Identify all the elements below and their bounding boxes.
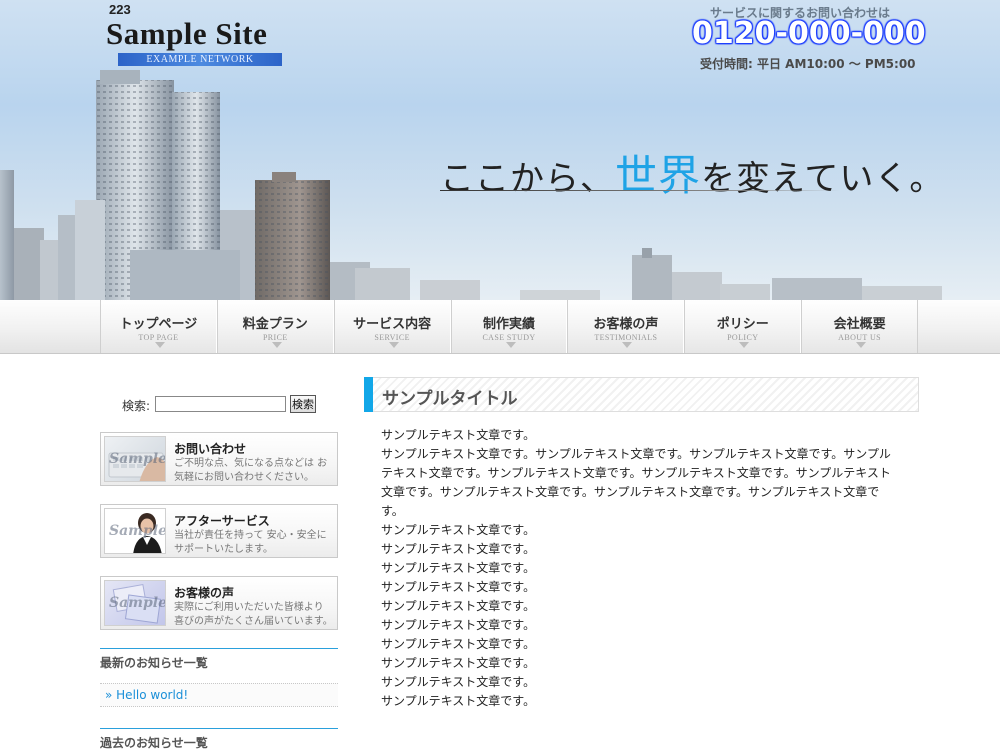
banner-thumbnail: Sample <box>104 436 166 482</box>
triangle-down-icon <box>622 342 633 348</box>
nav-item-label: 料金プラン <box>242 317 308 332</box>
banner-thumbnail: Sample <box>104 508 166 554</box>
nav-item-sublabel: ABOUT US <box>838 333 881 342</box>
banner-testimonials[interactable]: Sample お客様の声 実際にご利用いただいた皆様より 喜びの声がたくさん届い… <box>100 576 338 630</box>
banner-description: 実際にご利用いただいた皆様より 喜びの声がたくさん届いています。 <box>174 602 333 627</box>
banner-description: 当社が責任を持って 安心・安全にサポートいたします。 <box>174 530 327 555</box>
body-lead: サンプルテキスト文章です。 <box>381 428 536 442</box>
nav-item-sublabel: PRICE <box>262 333 288 342</box>
body-line: サンプルテキスト文章です。 <box>381 542 536 556</box>
triangle-down-icon <box>739 342 750 348</box>
search-button[interactable]: 検索 <box>290 395 316 413</box>
body-line: サンプルテキスト文章です。 <box>381 523 536 537</box>
nav-item-top[interactable]: トップページ TOP PAGE <box>100 300 217 353</box>
global-nav: トップページ TOP PAGE 料金プラン PRICE サービス内容 SERVI… <box>0 300 1000 354</box>
nav-item-label: 制作実績 <box>483 317 536 332</box>
nav-item-sublabel: POLICY <box>727 333 759 342</box>
page-title: サンプルタイトル <box>382 389 518 409</box>
banner-title: お客様の声 <box>174 586 235 600</box>
nav-item-label: サービス内容 <box>353 317 432 332</box>
nav-item-label: お客様の声 <box>593 317 659 332</box>
main-body-text: サンプルテキスト文章です。 サンプルテキスト文章です。サンプルテキスト文章です。… <box>381 426 901 711</box>
nav-item-sublabel: CASE STUDY <box>482 333 536 342</box>
banner-title: お問い合わせ <box>174 442 247 456</box>
banner-after-service[interactable]: Sample アフターサービス 当社が責任を持って 安心・安全にサポートいたしま… <box>100 504 338 558</box>
global-nav-items: トップページ TOP PAGE 料金プラン PRICE サービス内容 SERVI… <box>100 300 919 353</box>
banner-thumb-label: Sample <box>109 451 166 467</box>
nav-item-case-study[interactable]: 制作実績 CASE STUDY <box>450 300 568 353</box>
body-line: サンプルテキスト文章です。 <box>381 694 536 708</box>
body-line: サンプルテキスト文章です。 <box>381 656 536 670</box>
nav-item-sublabel: TESTIMONIALS <box>594 333 658 342</box>
news-list: » Hello world! <box>100 683 338 707</box>
triangle-down-icon <box>505 342 516 348</box>
header-hero: 223 Sample Site EXAMPLE NETWORK サービスに関する… <box>0 0 1000 300</box>
contact-hours: 受付時間: 平日 AM10:00 〜 PM5:00 <box>700 57 916 71</box>
hero-underline <box>440 190 840 191</box>
search-input[interactable] <box>155 396 286 412</box>
banner-contact[interactable]: Sample お問い合わせ ご不明な点、気になる点などは お気軽にお問い合わせく… <box>100 432 338 486</box>
hero-copy-after: を変えていく。 <box>701 159 945 199</box>
nav-item-about-us[interactable]: 会社概要 ABOUT US <box>801 300 919 353</box>
title-accent-bar <box>364 377 373 412</box>
body-line: サンプルテキスト文章です。 <box>381 637 536 651</box>
body-line: サンプルテキスト文章です。 <box>381 561 536 575</box>
body-line: サンプルテキスト文章です。 <box>381 618 536 632</box>
nav-item-service[interactable]: サービス内容 SERVICE <box>333 300 451 353</box>
banner-thumb-label: Sample <box>109 523 166 539</box>
nav-item-label: ポリシー <box>716 317 769 332</box>
nav-item-price[interactable]: 料金プラン PRICE <box>216 300 334 353</box>
triangle-down-icon <box>388 342 399 348</box>
site-number: 223 <box>109 2 131 17</box>
body-paragraph: サンプルテキスト文章です。サンプルテキスト文章です。サンプルテキスト文章です。サ… <box>381 447 891 518</box>
hero-copy-accent: 世界 <box>615 151 702 200</box>
body-line: サンプルテキスト文章です。 <box>381 599 536 613</box>
site-logo-title[interactable]: Sample Site <box>106 16 267 52</box>
banner-thumbnail: Sample <box>104 580 166 626</box>
banner-thumb-label: Sample <box>109 595 166 611</box>
nav-item-label: 会社概要 <box>833 317 886 332</box>
triangle-down-icon <box>271 342 282 348</box>
hero-catchcopy: ここから、世界を変えていく。 <box>440 142 944 203</box>
past-news-heading: 過去のお知らせ一覧 <box>100 728 338 750</box>
banner-description: ご不明な点、気になる点などは お気軽にお問い合わせください。 <box>174 458 328 483</box>
site-tagline: EXAMPLE NETWORK <box>118 53 282 66</box>
body-line: サンプルテキスト文章です。 <box>381 675 536 689</box>
hero-copy-before: ここから、 <box>440 159 615 199</box>
body-line: サンプルテキスト文章です。 <box>381 580 536 594</box>
news-link-hello-world[interactable]: » Hello world! <box>105 688 188 702</box>
banner-title: アフターサービス <box>174 514 270 528</box>
nav-item-label: トップページ <box>119 317 198 332</box>
triangle-down-icon <box>856 342 867 348</box>
nav-item-sublabel: TOP PAGE <box>138 333 179 342</box>
nav-item-policy[interactable]: ポリシー POLICY <box>684 300 802 353</box>
nav-item-sublabel: SERVICE <box>374 333 410 342</box>
search-label: 検索: <box>122 399 151 413</box>
contact-phone-number[interactable]: 0120-000-000 <box>692 16 926 51</box>
main-title-bar: サンプルタイトル <box>364 377 919 412</box>
news-heading: 最新のお知らせ一覧 <box>100 648 338 674</box>
triangle-down-icon <box>155 342 165 348</box>
nav-item-testimonials[interactable]: お客様の声 TESTIMONIALS <box>567 300 685 353</box>
